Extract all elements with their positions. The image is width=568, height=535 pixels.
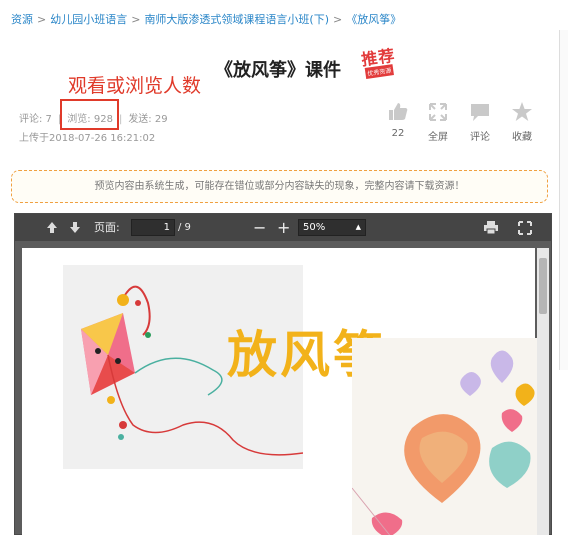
breadcrumb-separator: >	[37, 13, 47, 26]
zoom-out-button[interactable]: −	[253, 218, 266, 237]
recommended-stamp: 推荐 优秀资源	[358, 42, 401, 83]
page-up-icon[interactable]	[45, 218, 59, 237]
breadcrumb-item-course[interactable]: 南师大版渗透式领域课程语言小班(下)	[144, 13, 329, 26]
preview-notice: 预览内容由系统生成，可能存在错位或部分内容缺失的现象，完整内容请下载资源！	[11, 170, 548, 203]
chevron-down-icon: ▲	[355, 223, 361, 231]
breadcrumb-separator: >	[131, 13, 141, 26]
favorite-button[interactable]: 收藏	[504, 101, 540, 143]
comment-icon	[471, 104, 489, 121]
fullscreen-button[interactable]: 全屏	[420, 101, 456, 143]
right-panel-edge	[559, 30, 568, 370]
fullscreen-icon	[429, 103, 447, 121]
breadcrumb-item-resources[interactable]: 资源	[11, 13, 33, 26]
breadcrumb: 资源 > 幼儿园小班语言 > 南师大版渗透式领域课程语言小班(下) > 《放风筝》	[11, 11, 401, 27]
zoom-select[interactable]: 50% ▲	[298, 219, 366, 236]
comments-count: 评论: 7	[19, 114, 52, 125]
scrollbar-thumb[interactable]	[539, 258, 547, 314]
downloads-count: 发送: 29	[128, 114, 168, 125]
zoom-in-button[interactable]: +	[277, 218, 290, 237]
breadcrumb-item-category[interactable]: 幼儿园小班语言	[50, 13, 127, 26]
viewer-toolbar: 页面: 1 / 9 − + 50% ▲	[15, 214, 551, 241]
breadcrumb-item-current[interactable]: 《放风筝》	[346, 13, 401, 26]
page-number-input[interactable]: 1	[131, 219, 175, 236]
print-icon[interactable]	[483, 218, 499, 237]
annotation-label: 观看或浏览人数	[68, 75, 202, 97]
page-label: 页面:	[94, 221, 120, 234]
document-page: 放风筝	[22, 248, 542, 535]
total-pages: / 9	[178, 222, 191, 233]
comment-label: 评论	[470, 132, 490, 143]
breadcrumb-separator: >	[333, 13, 343, 26]
zoom-value: 50%	[303, 222, 326, 233]
hearts-decoration	[352, 338, 542, 535]
page-down-icon[interactable]	[68, 218, 82, 237]
like-button[interactable]: 22	[380, 101, 416, 139]
like-count: 22	[391, 128, 405, 139]
stamp-sub-text: 优秀资源	[364, 64, 394, 79]
document-viewer: 页面: 1 / 9 − + 50% ▲ 放风筝	[14, 213, 552, 535]
stats-divider: |	[118, 114, 123, 125]
expand-icon[interactable]	[517, 218, 533, 237]
star-icon	[512, 102, 532, 121]
action-bar: 22 全屏 评论 收藏	[380, 101, 545, 146]
thumbs-up-icon	[389, 103, 408, 120]
upload-time: 上传于2018-07-26 16:21:02	[19, 133, 156, 144]
page-title: 《放风筝》课件	[215, 60, 341, 81]
comment-button[interactable]: 评论	[462, 101, 498, 143]
viewer-scrollbar[interactable]	[537, 248, 549, 535]
views-highlight-box	[60, 99, 119, 130]
favorite-label: 收藏	[512, 132, 532, 143]
fullscreen-label: 全屏	[428, 132, 448, 143]
